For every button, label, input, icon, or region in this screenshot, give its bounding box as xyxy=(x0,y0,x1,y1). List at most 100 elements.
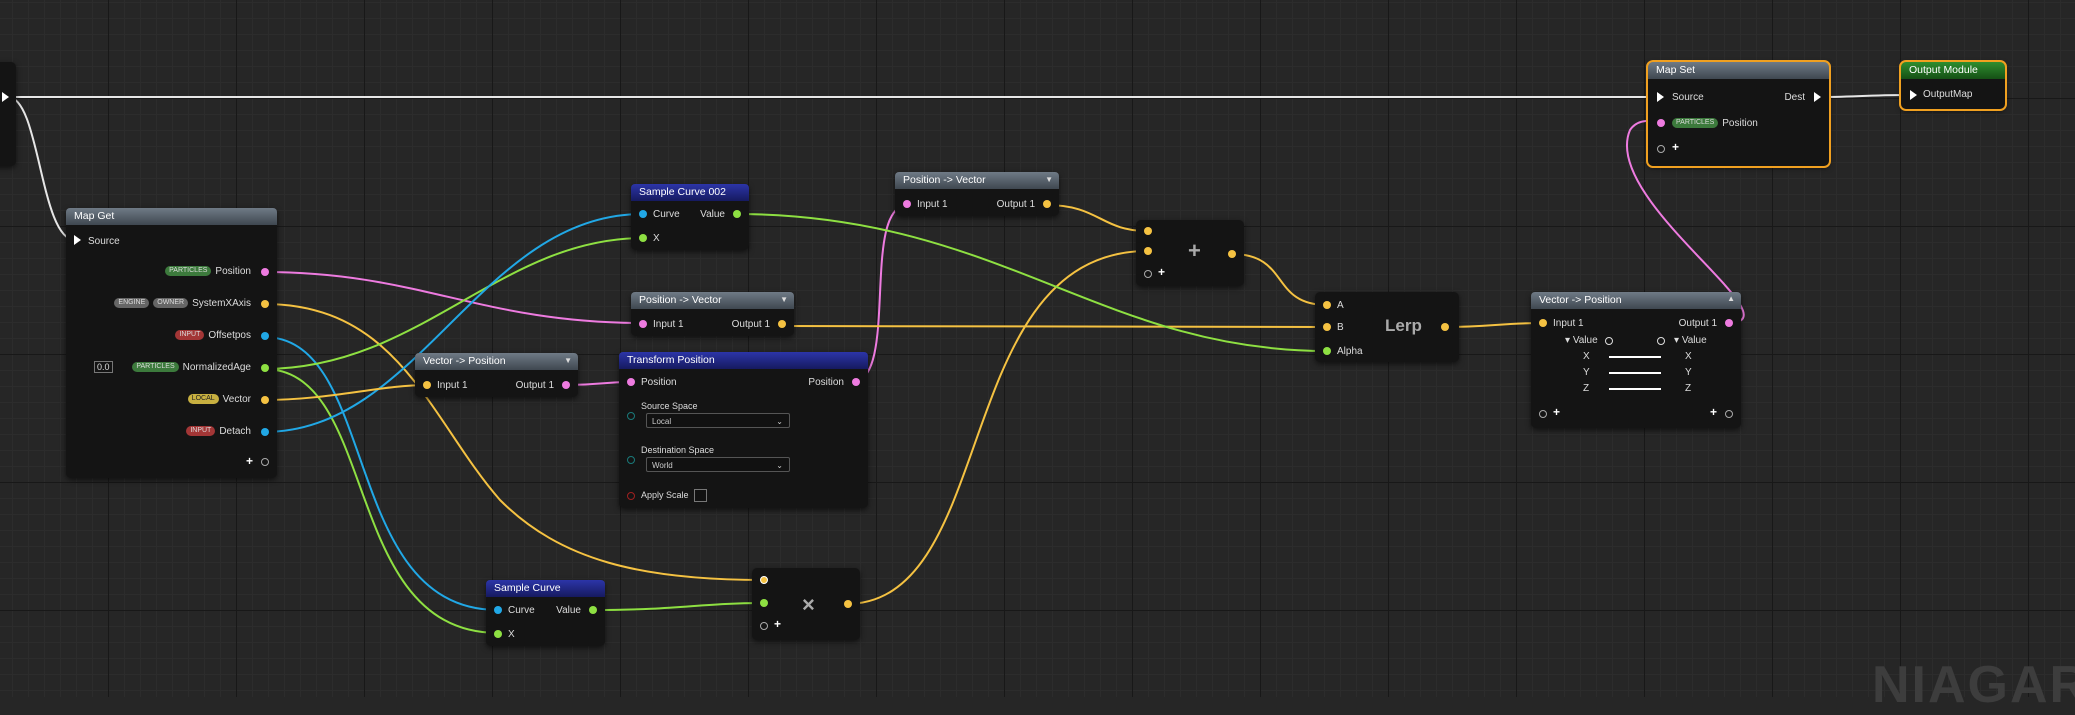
vector-to-position-node-1[interactable]: Vector -> Position ▼ Input 1 Output 1 xyxy=(415,353,578,397)
curve-in-pin[interactable] xyxy=(494,606,502,614)
value-out-pin[interactable] xyxy=(589,606,597,614)
output-map-exec-pin[interactable] xyxy=(1910,90,1917,100)
map-set-node[interactable]: Map Set Source Dest PARTICLES Position + xyxy=(1646,60,1831,168)
input1-label: Input 1 xyxy=(653,319,684,330)
input1-pin[interactable] xyxy=(903,200,911,208)
add-input-socket[interactable] xyxy=(1539,410,1547,418)
add-pin-socket[interactable] xyxy=(1657,145,1665,153)
mult-out-pin[interactable] xyxy=(844,600,852,608)
y-link-line xyxy=(1609,372,1661,374)
add-input-button[interactable]: + xyxy=(1553,405,1560,419)
source-label: Source xyxy=(88,236,120,247)
multiply-node[interactable]: × + xyxy=(752,568,860,640)
add-pin-button[interactable]: + xyxy=(246,454,253,468)
value-label: Value xyxy=(700,209,725,220)
add-pin-button[interactable]: + xyxy=(1158,265,1165,279)
sample-curve-node[interactable]: Sample Curve Curve Value X xyxy=(486,580,605,646)
position-out-pin[interactable] xyxy=(261,268,269,276)
apply-scale-checkbox[interactable] xyxy=(694,489,707,502)
add-output-socket[interactable] xyxy=(1725,410,1733,418)
dest-space-label: Destination Space xyxy=(641,445,715,455)
dest-space-pin[interactable] xyxy=(627,456,635,464)
position-row: PARTICLES Position xyxy=(1672,118,1758,129)
collapse-chevron-icon[interactable]: ▼ xyxy=(1045,175,1053,184)
position-to-vector-node-2[interactable]: Position -> Vector ▼ Input 1 Output 1 xyxy=(631,292,794,336)
systemx-row: ENGINE OWNER SystemXAxis xyxy=(114,298,251,309)
x-in-pin[interactable] xyxy=(639,234,647,242)
dest-space-value: World xyxy=(652,461,673,470)
output-module-node[interactable]: Output Module OutputMap xyxy=(1899,60,2007,111)
add-pin-socket[interactable] xyxy=(261,458,269,466)
position-in-pin[interactable] xyxy=(1657,119,1665,127)
source-space-label: Source Space xyxy=(641,401,698,411)
lerp-out-pin[interactable] xyxy=(1441,323,1449,331)
output1-label: Output 1 xyxy=(996,199,1035,210)
curve-in-pin[interactable] xyxy=(639,210,647,218)
output1-pin[interactable] xyxy=(1725,319,1733,327)
output1-pin[interactable] xyxy=(1043,200,1051,208)
add-out-pin[interactable] xyxy=(1228,250,1236,258)
collapse-chevron-icon[interactable]: ▼ xyxy=(564,356,572,365)
add-node[interactable]: + + xyxy=(1136,220,1244,286)
position-to-vector-node-1[interactable]: Position -> Vector ▼ Input 1 Output 1 xyxy=(895,172,1059,216)
value-out-socket[interactable] xyxy=(1657,337,1665,345)
add-pin-button[interactable]: + xyxy=(774,617,781,631)
add-pin-socket[interactable] xyxy=(760,622,768,630)
input1-pin[interactable] xyxy=(423,381,431,389)
dest-exec-pin[interactable] xyxy=(1814,92,1821,102)
lerp-b-pin[interactable] xyxy=(1323,323,1331,331)
add-output-button[interactable]: + xyxy=(1710,405,1717,419)
value-in-text: Value xyxy=(1572,335,1598,346)
apply-scale-pin[interactable] xyxy=(627,492,635,500)
transform-position-node[interactable]: Transform Position Position Position Sou… xyxy=(619,352,868,508)
vector-to-position-node-2[interactable]: Vector -> Position ▲ Input 1 Output 1 ▾ … xyxy=(1531,292,1741,428)
lerp-node[interactable]: A B Alpha Lerp xyxy=(1315,292,1459,362)
partial-left-node[interactable] xyxy=(0,62,16,166)
value-out-pin[interactable] xyxy=(733,210,741,218)
output1-label: Output 1 xyxy=(515,380,554,391)
source-space-pin[interactable] xyxy=(627,412,635,420)
source-exec-pin[interactable] xyxy=(74,235,81,245)
normalizedage-out-pin[interactable] xyxy=(261,364,269,372)
systemx-out-pin[interactable] xyxy=(261,300,269,308)
position-in-pin[interactable] xyxy=(627,378,635,386)
z-link-line xyxy=(1609,388,1661,390)
add-pin-button[interactable]: + xyxy=(1672,140,1679,154)
x-in-label: X xyxy=(1583,351,1590,362)
collapse-chevron-icon[interactable]: ▼ xyxy=(780,295,788,304)
add-a-pin[interactable] xyxy=(1144,227,1152,235)
input1-pin[interactable] xyxy=(639,320,647,328)
sample-curve-002-node[interactable]: Sample Curve 002 Curve Value X xyxy=(631,184,749,250)
dest-label: Dest xyxy=(1784,92,1805,103)
x-in-pin[interactable] xyxy=(494,630,502,638)
detach-label: Detach xyxy=(219,426,251,437)
input-tag: INPUT xyxy=(186,426,216,437)
z-in-label: Z xyxy=(1583,383,1590,394)
position-out-pin[interactable] xyxy=(852,378,860,386)
collapse-chevron-icon[interactable]: ▲ xyxy=(1727,294,1735,303)
lerp-alpha-pin[interactable] xyxy=(1323,347,1331,355)
mult-b-pin[interactable] xyxy=(760,599,768,607)
source-space-value: Local xyxy=(652,417,672,426)
source-space-dropdown[interactable]: Local ⌄ xyxy=(646,413,790,428)
vector-out-pin[interactable] xyxy=(261,396,269,404)
value-in-socket[interactable] xyxy=(1605,337,1613,345)
output1-pin[interactable] xyxy=(562,381,570,389)
mult-a-pin[interactable] xyxy=(760,576,768,584)
exec-out-pin[interactable] xyxy=(2,92,9,102)
source-exec-pin[interactable] xyxy=(1657,92,1664,102)
add-b-pin[interactable] xyxy=(1144,247,1152,255)
detach-out-pin[interactable] xyxy=(261,428,269,436)
dest-space-dropdown[interactable]: World ⌄ xyxy=(646,457,790,472)
lerp-a-pin[interactable] xyxy=(1323,301,1331,309)
input1-pin[interactable] xyxy=(1539,319,1547,327)
output1-pin[interactable] xyxy=(778,320,786,328)
vector-label: Vector xyxy=(222,394,251,405)
systemx-label: SystemXAxis xyxy=(192,298,251,309)
add-pin-socket[interactable] xyxy=(1144,270,1152,278)
default-value-box[interactable]: 0.0 xyxy=(94,361,113,373)
offsetpos-out-pin[interactable] xyxy=(261,332,269,340)
offsetpos-row: INPUT Offsetpos xyxy=(175,330,251,341)
map-get-node[interactable]: Map Get Source PARTICLES Position ENGINE O… xyxy=(66,208,277,478)
engine-tag: ENGINE xyxy=(114,298,150,309)
